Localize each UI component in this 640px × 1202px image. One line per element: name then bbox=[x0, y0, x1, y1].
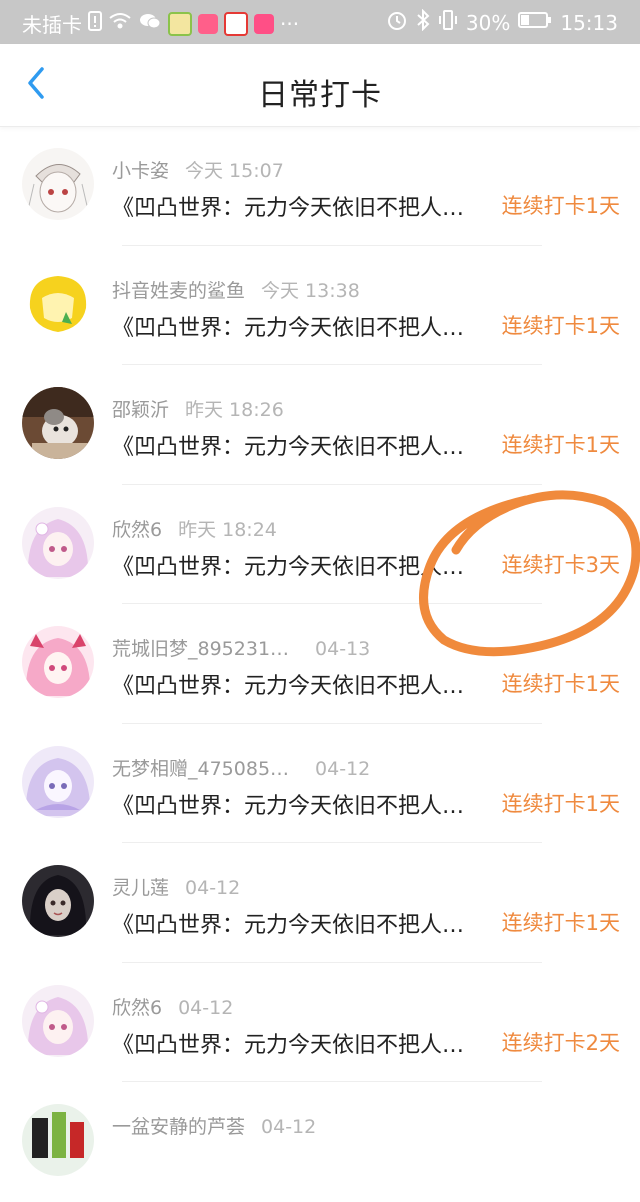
avatar[interactable] bbox=[22, 984, 94, 1057]
streak-label: 连续打卡2天 bbox=[501, 1030, 620, 1055]
checkin-list: 小卡姿 今天 15:07 《凹凸世界：元力今天依旧不把人… 连续打卡1天 抖音姓麦… bbox=[0, 126, 640, 1202]
bluetooth-icon bbox=[416, 8, 430, 36]
app-icon-pink bbox=[198, 13, 218, 34]
user-name[interactable]: 荒城旧梦_895231… bbox=[112, 638, 289, 660]
checkin-row[interactable]: 小卡姿 今天 15:07 《凹凸世界：元力今天依旧不把人… 连续打卡1天 bbox=[0, 126, 640, 246]
checkin-meta: 荒城旧梦_895231… 04-13 bbox=[112, 634, 370, 661]
avatar[interactable] bbox=[22, 267, 94, 340]
checkin-row[interactable]: 邵颖沂 昨天 18:26 《凹凸世界：元力今天依旧不把人… 连续打卡1天 bbox=[0, 365, 640, 485]
streak-label: 连续打卡1天 bbox=[501, 313, 620, 338]
checkin-time: 04-12 bbox=[261, 1116, 317, 1138]
user-name[interactable]: 小卡姿 bbox=[112, 160, 169, 182]
battery-icon bbox=[518, 10, 552, 35]
checkin-content[interactable]: 《凹凸世界：元力今天依旧不把人… bbox=[112, 310, 500, 342]
status-bar: 未插卡 ··· 30% 15:13 bbox=[0, 0, 640, 44]
checkin-time: 04-12 bbox=[315, 757, 371, 780]
checkin-content[interactable]: 《凹凸世界：元力今天依旧不把人… bbox=[112, 429, 500, 461]
wifi-icon bbox=[108, 11, 132, 36]
wechat-icon bbox=[138, 11, 162, 36]
checkin-time: 昨天 18:24 bbox=[178, 518, 277, 541]
checkin-time: 04-12 bbox=[185, 877, 241, 899]
clock-time: 15:13 bbox=[560, 10, 618, 35]
checkin-meta: 一盆安静的芦荟 04-12 bbox=[112, 1112, 316, 1139]
avatar[interactable] bbox=[22, 148, 94, 220]
user-name[interactable]: 欣然6 bbox=[112, 997, 162, 1019]
navigation-bar: 日常打卡 bbox=[0, 44, 640, 127]
avatar[interactable] bbox=[22, 506, 94, 579]
avatar[interactable] bbox=[22, 387, 94, 459]
checkin-time: 昨天 18:26 bbox=[185, 399, 284, 421]
streak-label: 连续打卡1天 bbox=[501, 433, 620, 457]
more-icon: ··· bbox=[280, 11, 300, 36]
checkin-content[interactable]: 《凹凸世界：元力今天依旧不把人… bbox=[112, 549, 500, 581]
checkin-row[interactable]: 抖音姓麦的鲨鱼 今天 13:38 《凹凸世界：元力今天依旧不把人… 连续打卡1天 bbox=[0, 246, 640, 365]
checkin-meta: 灵儿莲 04-12 bbox=[112, 873, 240, 900]
carrier-label: 未插卡 bbox=[22, 13, 82, 37]
user-name[interactable]: 邵颖沂 bbox=[112, 399, 169, 421]
checkin-time: 04-12 bbox=[178, 996, 234, 1019]
battery-percent: 30% bbox=[465, 10, 511, 35]
streak-label: 连续打卡3天 bbox=[501, 552, 620, 577]
avatar[interactable] bbox=[22, 626, 94, 698]
alarm-icon bbox=[386, 9, 408, 36]
checkin-time: 04-13 bbox=[315, 638, 371, 660]
user-name[interactable]: 无梦相赠_475085… bbox=[112, 758, 289, 780]
checkin-meta: 小卡姿 今天 15:07 bbox=[112, 156, 284, 183]
checkin-meta: 抖音姓麦的鲨鱼 今天 13:38 bbox=[112, 276, 360, 303]
checkin-content[interactable]: 《凹凸世界：元力今天依旧不把人… bbox=[112, 907, 500, 939]
avatar[interactable] bbox=[22, 745, 94, 818]
checkin-row[interactable]: 无梦相赠_475085… 04-12 《凹凸世界：元力今天依旧不把人… 连续打卡1… bbox=[0, 724, 640, 843]
user-name[interactable]: 抖音姓麦的鲨鱼 bbox=[112, 280, 245, 302]
user-name[interactable]: 灵儿莲 bbox=[112, 877, 169, 899]
checkin-meta: 无梦相赠_475085… 04-12 bbox=[112, 754, 370, 781]
checkin-meta: 欣然6 04-12 bbox=[112, 993, 233, 1020]
app-icon-map-pin bbox=[224, 11, 248, 36]
checkin-content[interactable]: 《凹凸世界：元力今天依旧不把人… bbox=[112, 788, 500, 820]
vibrate-icon bbox=[438, 9, 458, 36]
checkin-content[interactable]: 《凹凸世界：元力今天依旧不把人… bbox=[112, 1027, 500, 1059]
checkin-row[interactable]: 一盆安静的芦荟 04-12 bbox=[0, 1082, 640, 1202]
checkin-row[interactable]: 灵儿莲 04-12 《凹凸世界：元力今天依旧不把人… 连续打卡1天 bbox=[0, 843, 640, 963]
page-title: 日常打卡 bbox=[258, 78, 382, 113]
user-name[interactable]: 欣然6 bbox=[112, 519, 162, 541]
app-icon-cat bbox=[254, 13, 274, 34]
streak-label: 连续打卡1天 bbox=[501, 911, 620, 935]
checkin-time: 今天 15:07 bbox=[185, 160, 284, 182]
checkin-row[interactable]: 欣然6 昨天 18:24 《凹凸世界：元力今天依旧不把人… 连续打卡3天 bbox=[0, 485, 640, 604]
checkin-row[interactable]: 欣然6 04-12 《凹凸世界：元力今天依旧不把人… 连续打卡2天 bbox=[0, 963, 640, 1082]
checkin-meta: 欣然6 昨天 18:24 bbox=[112, 515, 277, 542]
sim-alert-icon bbox=[88, 11, 102, 36]
avatar[interactable] bbox=[22, 865, 94, 937]
user-name[interactable]: 一盆安静的芦荟 bbox=[112, 1116, 245, 1138]
streak-label: 连续打卡1天 bbox=[501, 194, 620, 218]
checkin-row[interactable]: 荒城旧梦_895231… 04-13 《凹凸世界：元力今天依旧不把人… 连续打卡1… bbox=[0, 604, 640, 724]
checkin-content[interactable]: 《凹凸世界：元力今天依旧不把人… bbox=[112, 190, 500, 222]
checkin-time: 今天 13:38 bbox=[261, 279, 360, 302]
app-icon-green bbox=[168, 11, 192, 36]
checkin-content[interactable]: 《凹凸世界：元力今天依旧不把人… bbox=[112, 668, 500, 700]
streak-label: 连续打卡1天 bbox=[501, 672, 620, 696]
streak-label: 连续打卡1天 bbox=[501, 791, 620, 816]
checkin-meta: 邵颖沂 昨天 18:26 bbox=[112, 395, 284, 422]
avatar[interactable] bbox=[22, 1104, 94, 1176]
